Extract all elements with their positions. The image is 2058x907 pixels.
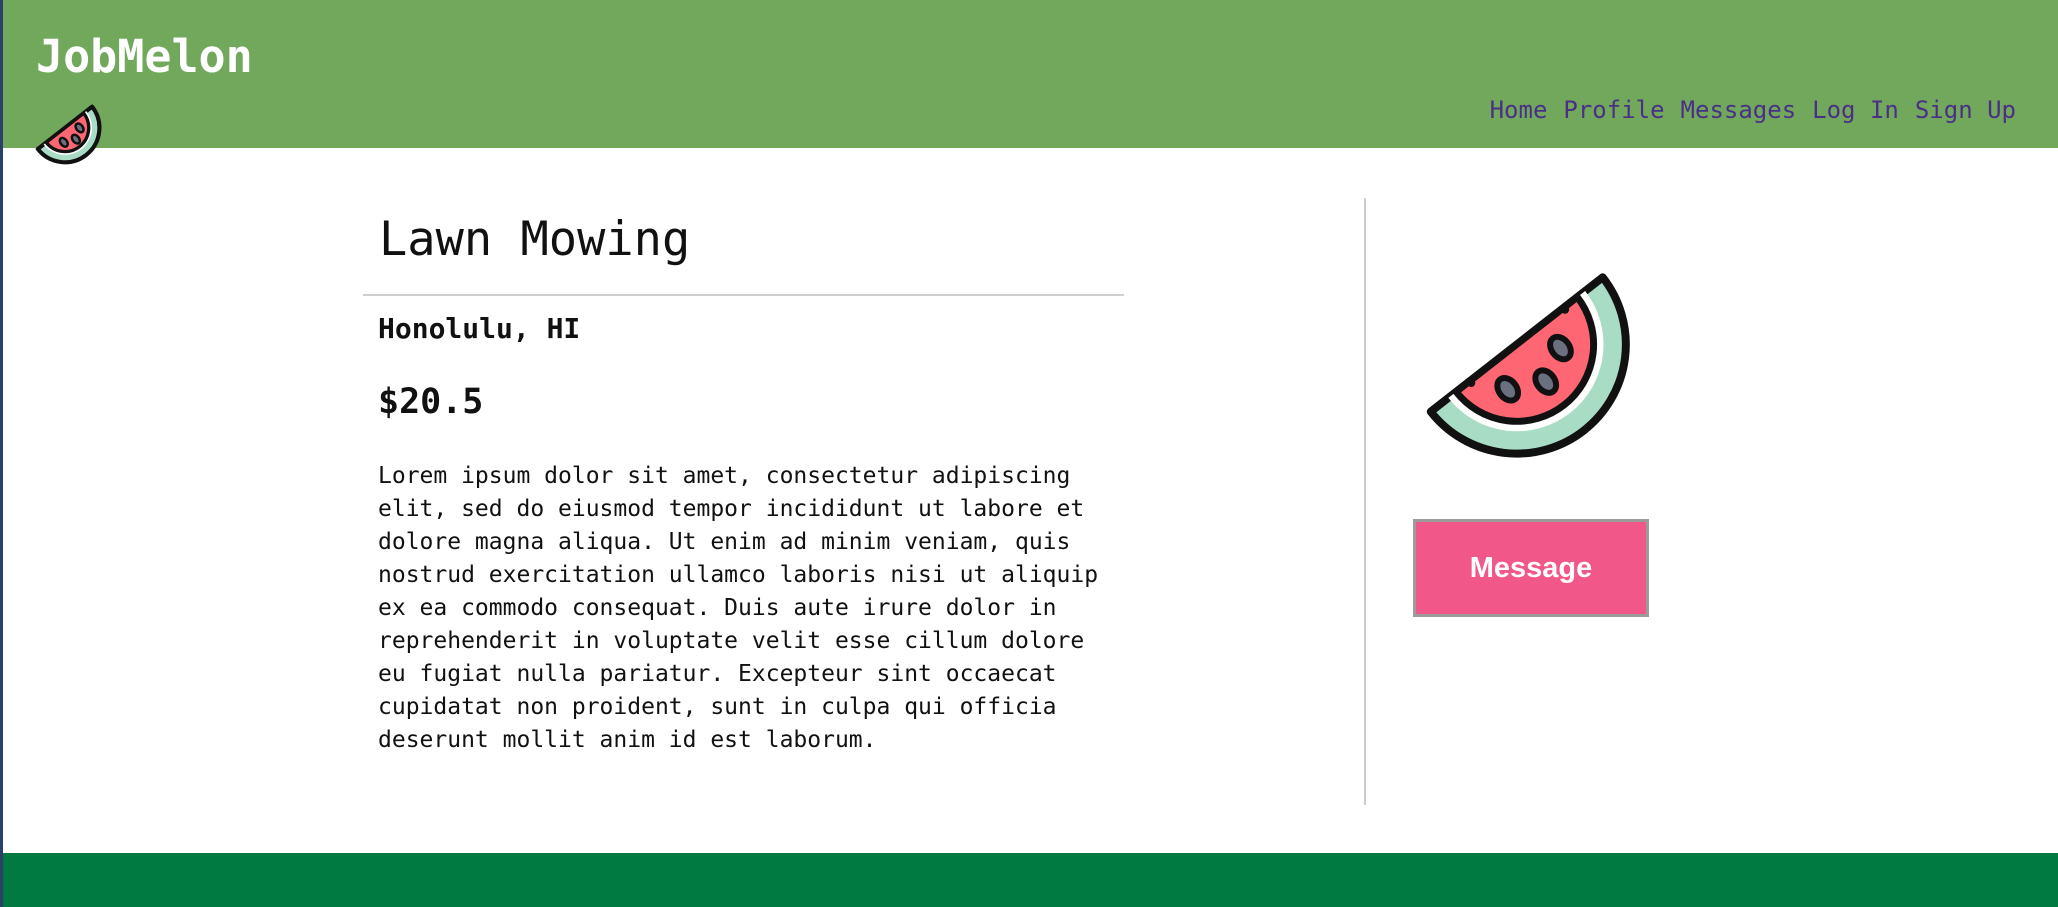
job-price: $20.5 (378, 382, 484, 422)
title-divider (363, 294, 1124, 296)
watermelon-icon (1426, 273, 1630, 458)
nav-profile-link[interactable]: Profile (1563, 96, 1664, 124)
page: JobMelon Home Profile Messages Log In Si… (0, 0, 2058, 907)
nav-messages-link[interactable]: Messages (1681, 96, 1797, 124)
job-description: Lorem ipsum dolor sit amet, consectetur … (378, 463, 1099, 753)
column-divider (1364, 198, 1366, 805)
site-header: JobMelon Home Profile Messages Log In Si… (3, 0, 2058, 148)
nav-login-link[interactable]: Log In (1812, 96, 1899, 124)
message-button[interactable]: Message (1413, 519, 1649, 617)
brand-name[interactable]: JobMelon (36, 30, 253, 83)
main-nav: Home Profile Messages Log In Sign Up (1490, 96, 2016, 124)
job-location: Honolulu, HI (378, 312, 581, 345)
nav-home-link[interactable]: Home (1490, 96, 1548, 124)
site-footer (3, 853, 2058, 907)
watermelon-icon[interactable] (28, 92, 110, 174)
nav-signup-link[interactable]: Sign Up (1915, 96, 2016, 124)
job-title: Lawn Mowing (379, 212, 691, 267)
